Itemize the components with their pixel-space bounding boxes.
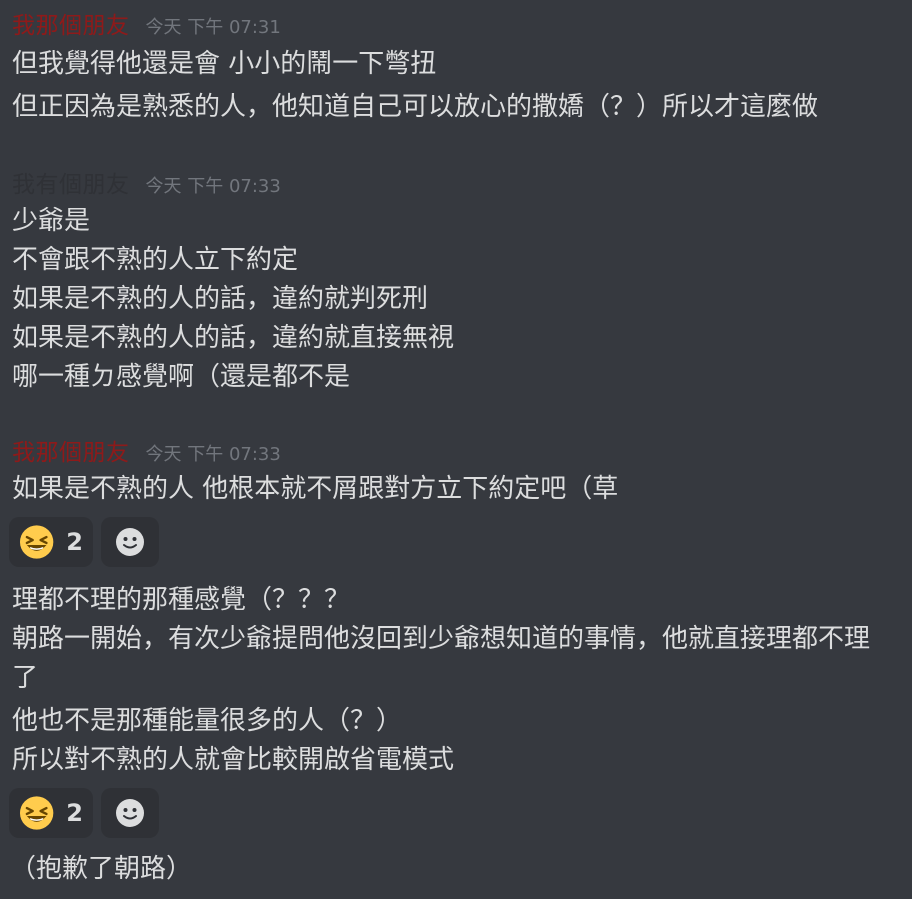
reaction-laughing[interactable]: 2 <box>9 517 93 567</box>
message-text: 理都不理的那種感覺（？？？ 朝路一開始，有次少爺提問他沒回到少爺想知道的事情，他… <box>12 585 871 693</box>
message-header: 我有個朋友 今天 下午 07:33 <box>12 170 902 200</box>
add-reaction-button[interactable] <box>101 788 159 838</box>
reaction-count: 2 <box>66 528 83 556</box>
message-group: 我那個朋友 今天 下午 07:33 如果是不熟的人 他根本就不屑跟對方立下約定吧… <box>9 438 892 889</box>
timestamp: 今天 下午 07:33 <box>145 444 281 465</box>
username[interactable]: 我有個朋友 <box>12 170 130 200</box>
reaction-count: 2 <box>66 799 83 827</box>
message-text: 少爺是 不會跟不熟的人立下約定 如果是不熟的人的話，違約就判死刑 如果是不熟的人… <box>12 206 455 392</box>
message-text: 但正因為是熟悉的人，他知道自己可以放心的撒嬌（？）所以才這麼做 <box>12 92 819 122</box>
username[interactable]: 我那個朋友 <box>12 438 130 468</box>
message-text: 他也不是那種能量很多的人（？） 所以對不熟的人就會比較開啟省電模式 <box>12 706 455 775</box>
username[interactable]: 我那個朋友 <box>12 11 130 41</box>
laughing-face-icon <box>19 525 54 559</box>
smiley-add-reaction-icon <box>116 799 144 827</box>
reaction-laughing[interactable]: 2 <box>9 788 93 838</box>
chat-message-list: 我那個朋友 今天 下午 07:31 但我覺得他還是會 小小的鬧一下彆扭 但正因為… <box>0 0 912 899</box>
timestamp: 今天 下午 07:31 <box>145 17 281 38</box>
message-text: 如果是不熟的人 他根本就不屑跟對方立下約定吧（草 <box>12 474 619 504</box>
message-header: 我那個朋友 今天 下午 07:33 <box>12 438 892 468</box>
message-text: 但我覺得他還是會 小小的鬧一下彆扭 <box>12 49 437 79</box>
message-text: （抱歉了朝路） <box>10 854 193 884</box>
message-group: 我有個朋友 今天 下午 07:33 少爺是 不會跟不熟的人立下約定 如果是不熟的… <box>12 170 902 397</box>
reaction-bar: 2 <box>9 517 892 567</box>
laughing-face-icon <box>19 796 54 830</box>
add-reaction-button[interactable] <box>101 517 159 567</box>
timestamp: 今天 下午 07:33 <box>145 176 281 197</box>
message-header: 我那個朋友 今天 下午 07:31 <box>12 11 902 41</box>
reaction-bar: 2 <box>9 788 892 838</box>
message-group: 我那個朋友 今天 下午 07:31 但我覺得他還是會 小小的鬧一下彆扭 但正因為… <box>12 11 902 127</box>
smiley-add-reaction-icon <box>116 528 144 556</box>
